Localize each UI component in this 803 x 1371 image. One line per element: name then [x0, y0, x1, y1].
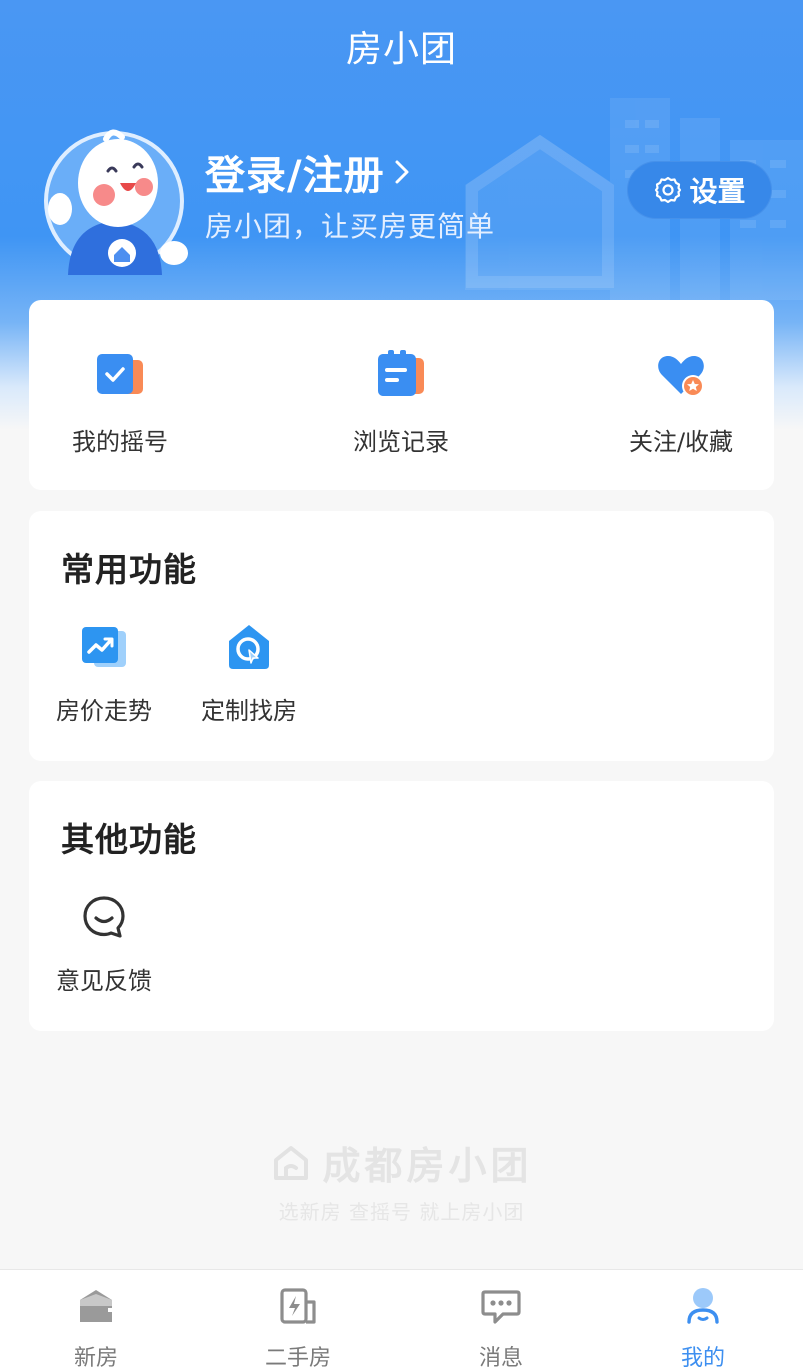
brand-watermark: 成都房小团 选新房 查摇号 就上房小团: [0, 1135, 803, 1225]
tab-second-hand-house-label: 二手房: [264, 1346, 331, 1371]
profile-subtitle: 房小团，让买房更简单: [205, 210, 496, 243]
my-lottery-button[interactable]: 我的摇号: [20, 348, 220, 457]
profile-icon: [687, 1288, 719, 1324]
login-register-label: 登录/注册: [205, 153, 385, 199]
watermark-brand: 成都房小团: [322, 1144, 533, 1188]
other-functions-card: 其他功能 意见反馈: [29, 781, 774, 1031]
browse-history-label: 浏览记录: [353, 428, 449, 456]
other-functions-title: 其他功能: [61, 820, 197, 859]
message-icon: [481, 1290, 521, 1324]
tab-second-hand-house[interactable]: 二手房: [238, 1284, 358, 1371]
settings-label: 设置: [689, 175, 746, 208]
tab-new-house[interactable]: 新房: [36, 1284, 156, 1371]
follow-favorites-label: 关注/收藏: [628, 428, 734, 456]
feedback-chat-icon: [83, 896, 125, 938]
gear-icon: [655, 176, 682, 204]
custom-house-search-label: 定制找房: [201, 697, 297, 725]
settings-button[interactable]: 设置: [627, 161, 772, 219]
chevron-right-icon: [395, 160, 409, 184]
feedback-button[interactable]: 意见反馈: [44, 893, 164, 996]
quick-actions-card: 我的摇号 浏览记录 关注/收藏: [29, 300, 774, 490]
price-trend-button[interactable]: 房价走势: [44, 623, 164, 726]
app-title: 房小团: [345, 29, 457, 70]
tab-profile-label: 我的: [680, 1346, 725, 1371]
brand-house-logo: [274, 1145, 309, 1180]
trend-chart-icon: [82, 627, 126, 667]
tab-profile[interactable]: 我的: [643, 1284, 763, 1371]
new-house-icon: [80, 1290, 112, 1322]
my-lottery-label: 我的摇号: [72, 428, 168, 456]
browse-history-button[interactable]: 浏览记录: [301, 348, 501, 457]
lottery-check-icon: [97, 354, 143, 394]
second-hand-house-icon: [280, 1288, 316, 1324]
tab-messages-label: 消息: [478, 1346, 523, 1371]
follow-favorites-button[interactable]: 关注/收藏: [581, 348, 781, 457]
tab-messages[interactable]: 消息: [441, 1284, 561, 1371]
tab-new-house-label: 新房: [73, 1346, 118, 1371]
bottom-tab-bar: 新房 二手房 消息 我的: [0, 1269, 803, 1371]
feedback-label: 意见反馈: [56, 967, 152, 995]
common-functions-title: 常用功能: [61, 550, 197, 589]
custom-house-search-icon: [229, 625, 269, 669]
login-register-link[interactable]: 登录/注册: [205, 143, 411, 201]
common-functions-card: 常用功能 房价走势 定制找房: [29, 511, 774, 761]
price-trend-label: 房价走势: [56, 697, 152, 725]
history-clipboard-icon: [378, 350, 424, 396]
custom-house-search-button[interactable]: 定制找房: [189, 623, 309, 726]
heart-star-icon: [658, 356, 704, 397]
mascot-avatar[interactable]: [40, 125, 190, 275]
watermark-slogan: 选新房 查摇号 就上房小团: [278, 1200, 525, 1224]
